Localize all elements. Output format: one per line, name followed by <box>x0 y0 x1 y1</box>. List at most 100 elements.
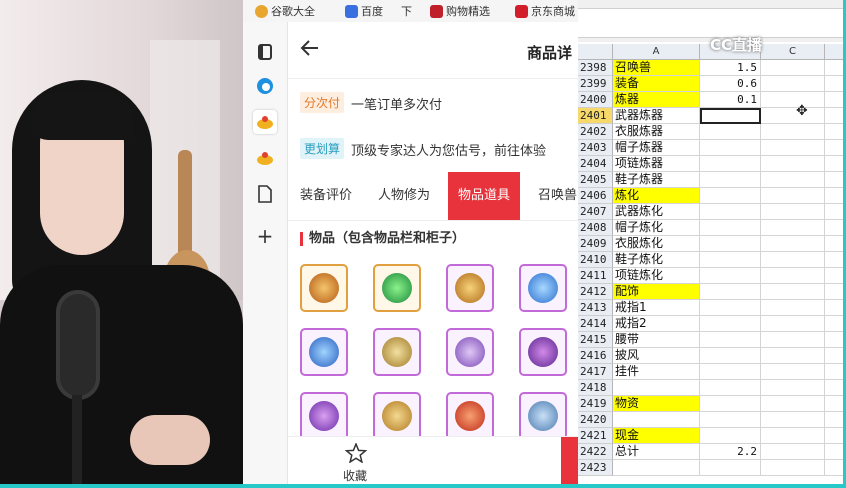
game-icon-2[interactable] <box>253 146 277 170</box>
row-number[interactable]: 2404 <box>578 156 613 172</box>
cell-a[interactable]: 戒指1 <box>613 300 700 316</box>
bookmark-4[interactable]: 京东商城 <box>515 3 575 19</box>
row-number[interactable]: 2421 <box>578 428 613 444</box>
row-number[interactable]: 2415 <box>578 332 613 348</box>
back-arrow-icon[interactable] <box>300 38 320 63</box>
cell-a[interactable] <box>613 412 700 428</box>
row-number[interactable]: 2420 <box>578 412 613 428</box>
cell-c[interactable] <box>761 92 825 108</box>
cell-a[interactable]: 鞋子炼化 <box>613 252 700 268</box>
cell-b[interactable] <box>700 380 761 396</box>
row-number[interactable]: 2400 <box>578 92 613 108</box>
cell-b[interactable] <box>700 300 761 316</box>
row-number[interactable]: 2406 <box>578 188 613 204</box>
cell-c[interactable] <box>761 220 825 236</box>
cell-b[interactable] <box>700 156 761 172</box>
cell-c[interactable] <box>761 428 825 444</box>
cell-b[interactable] <box>700 396 761 412</box>
cell-c[interactable] <box>761 188 825 204</box>
row-number[interactable]: 2422 <box>578 444 613 460</box>
cell-a[interactable]: 炼器 <box>613 92 700 108</box>
cell-c[interactable] <box>761 156 825 172</box>
row-number[interactable]: 2403 <box>578 140 613 156</box>
row-number[interactable]: 2399 <box>578 76 613 92</box>
cell-b[interactable]: 0.6 <box>700 76 761 92</box>
row-number[interactable]: 2407 <box>578 204 613 220</box>
bookmark-3[interactable]: 购物精选 <box>430 3 490 19</box>
cell-c[interactable] <box>761 252 825 268</box>
row-number[interactable]: 2411 <box>578 268 613 284</box>
row-number[interactable]: 2405 <box>578 172 613 188</box>
cell-a[interactable]: 项链炼器 <box>613 156 700 172</box>
cell-a[interactable]: 召唤兽 <box>613 60 700 76</box>
cell-b[interactable]: 2.2 <box>700 444 761 460</box>
cell-a[interactable]: 物资 <box>613 396 700 412</box>
select-all-corner[interactable] <box>578 44 613 60</box>
cell-b[interactable] <box>700 412 761 428</box>
item-tile[interactable] <box>373 392 421 440</box>
cell-c[interactable] <box>761 204 825 220</box>
row-number[interactable]: 2408 <box>578 220 613 236</box>
cell-b[interactable] <box>700 172 761 188</box>
row-number[interactable]: 2410 <box>578 252 613 268</box>
cell-c[interactable] <box>761 268 825 284</box>
row-number[interactable]: 2416 <box>578 348 613 364</box>
item-tile[interactable] <box>300 328 348 376</box>
edge-icon[interactable] <box>253 74 277 98</box>
item-tile[interactable] <box>519 392 567 440</box>
cell-b[interactable] <box>700 428 761 444</box>
bookmark-1[interactable]: 百度 <box>345 3 383 19</box>
cell-a[interactable]: 衣服炼化 <box>613 236 700 252</box>
item-tile[interactable] <box>300 392 348 440</box>
item-tile[interactable] <box>373 264 421 312</box>
row-number[interactable]: 2412 <box>578 284 613 300</box>
cell-a[interactable]: 炼化 <box>613 188 700 204</box>
buy-button-edge[interactable] <box>561 437 578 488</box>
cell-b[interactable] <box>700 364 761 380</box>
cell-c[interactable] <box>761 348 825 364</box>
cell-b[interactable] <box>700 204 761 220</box>
cell-c[interactable] <box>761 172 825 188</box>
cell-a[interactable]: 披风 <box>613 348 700 364</box>
row-number[interactable]: 2401 <box>578 108 613 124</box>
cell-a[interactable]: 装备 <box>613 76 700 92</box>
item-tile[interactable] <box>446 392 494 440</box>
cell-c[interactable] <box>761 284 825 300</box>
row-number[interactable]: 2398 <box>578 60 613 76</box>
cell-a[interactable] <box>613 460 700 476</box>
cell-a[interactable] <box>613 380 700 396</box>
cell-c[interactable] <box>761 316 825 332</box>
star-icon[interactable] <box>344 442 368 468</box>
bookmark-0[interactable]: 谷歌大全 <box>255 3 315 19</box>
item-tile[interactable] <box>300 264 348 312</box>
cell-b[interactable]: 1.5 <box>700 60 761 76</box>
cell-c[interactable] <box>761 332 825 348</box>
cell-a[interactable]: 现金 <box>613 428 700 444</box>
row-number[interactable]: 2414 <box>578 316 613 332</box>
tabs-icon[interactable] <box>253 40 277 64</box>
row-number[interactable]: 2402 <box>578 124 613 140</box>
cell-a[interactable]: 帽子炼化 <box>613 220 700 236</box>
cell-a[interactable]: 总计 <box>613 444 700 460</box>
cell-c[interactable] <box>761 300 825 316</box>
cell-a[interactable]: 鞋子炼器 <box>613 172 700 188</box>
cell-c[interactable] <box>761 444 825 460</box>
cell-c[interactable] <box>761 364 825 380</box>
favorite-label[interactable]: 收藏 <box>343 467 367 484</box>
cell-b[interactable] <box>700 140 761 156</box>
cell-a[interactable]: 戒指2 <box>613 316 700 332</box>
row-number[interactable]: 2417 <box>578 364 613 380</box>
cell-b[interactable] <box>700 316 761 332</box>
cell-b[interactable] <box>700 268 761 284</box>
item-tile[interactable] <box>373 328 421 376</box>
row-number[interactable]: 2413 <box>578 300 613 316</box>
cell-a[interactable]: 武器炼化 <box>613 204 700 220</box>
cell-b[interactable] <box>700 220 761 236</box>
item-tile[interactable] <box>446 328 494 376</box>
cell-b[interactable] <box>700 348 761 364</box>
document-icon[interactable] <box>253 182 277 206</box>
column-header-c[interactable]: C <box>761 44 825 60</box>
item-tile[interactable] <box>446 264 494 312</box>
plus-icon[interactable]: + <box>253 224 277 248</box>
cell-a[interactable]: 挂件 <box>613 364 700 380</box>
